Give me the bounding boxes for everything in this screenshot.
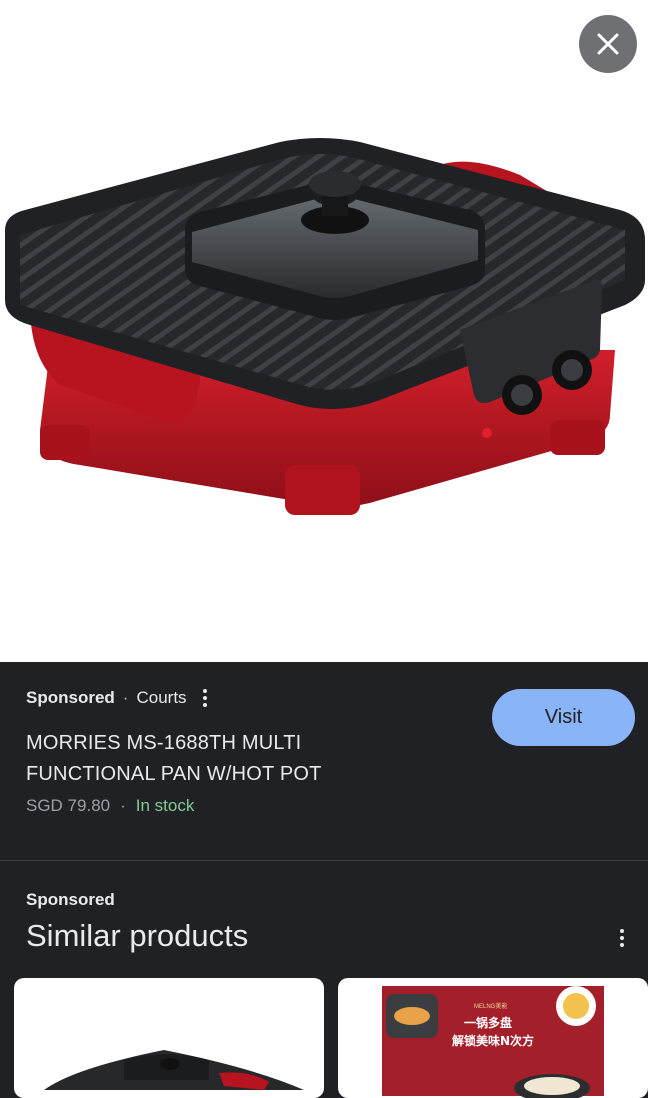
similar-more-options-icon[interactable] — [620, 929, 624, 947]
more-options-icon[interactable] — [202, 689, 207, 707]
promo-subheadline: 解锁美味N次方 — [452, 1034, 535, 1048]
visit-button[interactable]: Visit — [492, 689, 635, 746]
grill-pan-thumbnail — [44, 1050, 304, 1090]
product-image-viewer — [0, 0, 648, 662]
product-title[interactable]: MORRIES MS-1688TH MULTI FUNCTIONAL PAN W… — [26, 728, 386, 790]
section-divider — [0, 860, 648, 861]
seller-name[interactable]: Courts — [136, 688, 186, 708]
price-separator: · — [120, 796, 126, 815]
product-price: SGD 79.80 — [26, 796, 111, 815]
similar-products-heading: Similar products — [26, 918, 249, 953]
promo-headline: 一锅多盘 — [464, 1016, 513, 1030]
listing-meta: Sponsored · Courts — [26, 688, 207, 708]
promo-brand: MELNG美能 — [474, 1004, 508, 1010]
close-button[interactable] — [579, 15, 637, 73]
close-icon — [597, 33, 619, 55]
fish-dish-icon — [386, 994, 438, 1038]
pan-icon — [514, 1074, 590, 1098]
pasta-dish-icon — [556, 986, 596, 1026]
similar-product-card[interactable] — [14, 978, 324, 1098]
similar-product-card[interactable]: MELNG美能 一锅多盘 解锁美味N次方 — [338, 978, 648, 1098]
stock-status: In stock — [135, 796, 195, 815]
price-row: SGD 79.80 · In stock — [26, 796, 194, 816]
sponsored-label: Sponsored — [26, 688, 115, 707]
product-image — [5, 138, 645, 515]
similar-sponsored-label: Sponsored — [26, 890, 115, 909]
meta-separator: · — [122, 688, 129, 707]
